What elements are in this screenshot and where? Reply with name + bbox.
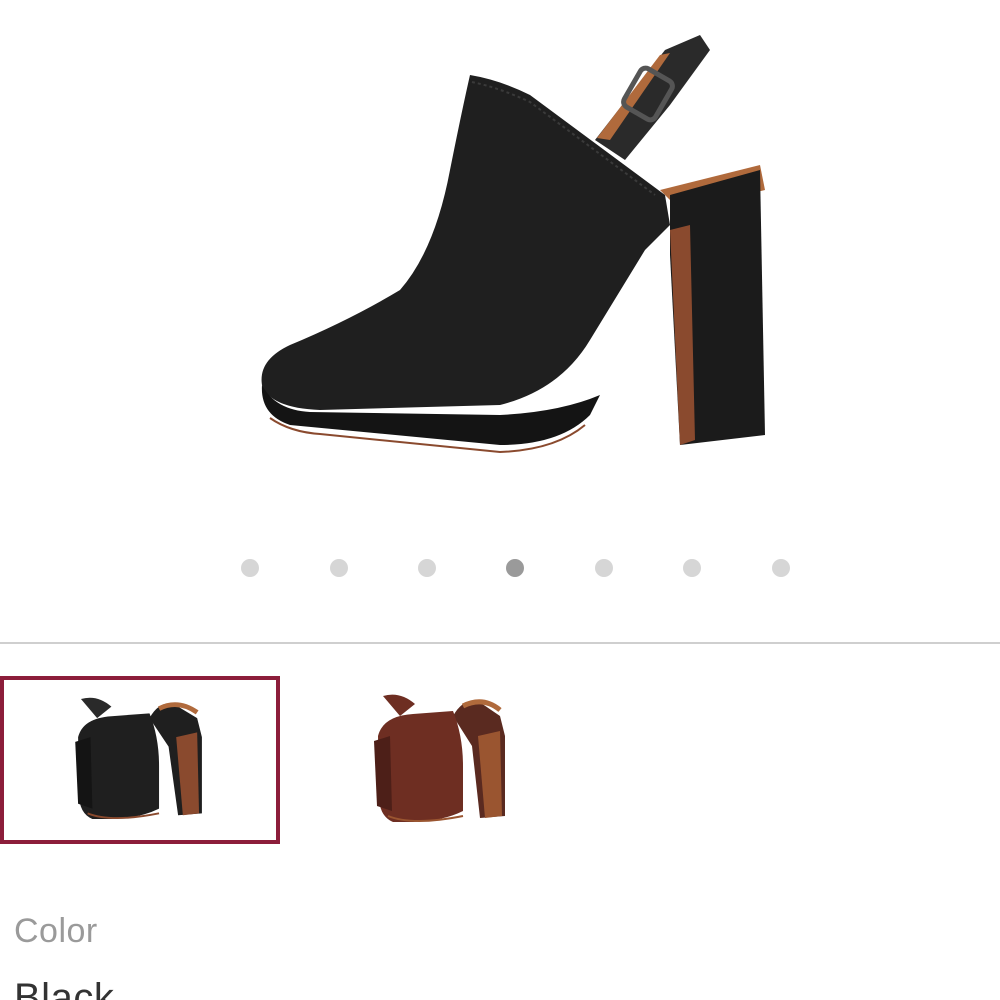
- carousel-dot-1[interactable]: [241, 559, 259, 577]
- color-swatch-brown[interactable]: [288, 676, 568, 844]
- black-slingback-mule-image: [261, 35, 765, 454]
- carousel-dot-2[interactable]: [330, 559, 348, 577]
- color-label: Color: [14, 912, 98, 950]
- carousel-dot-3[interactable]: [418, 559, 436, 577]
- brown-shoe-thumbnail: [374, 694, 505, 822]
- product-main-image[interactable]: [200, 20, 820, 480]
- carousel-dot-5[interactable]: [595, 559, 613, 577]
- carousel-dot-7[interactable]: [772, 559, 790, 577]
- product-page: Color Black: [0, 0, 1000, 1000]
- carousel-dot-6[interactable]: [683, 559, 701, 577]
- selected-color-value: Black: [14, 976, 115, 1000]
- black-shoe-thumbnail: [75, 697, 202, 820]
- image-carousel-dots: [0, 559, 1000, 579]
- color-swatch-black[interactable]: [0, 676, 280, 844]
- carousel-dot-4[interactable]: [506, 559, 524, 577]
- section-divider: [0, 642, 1000, 644]
